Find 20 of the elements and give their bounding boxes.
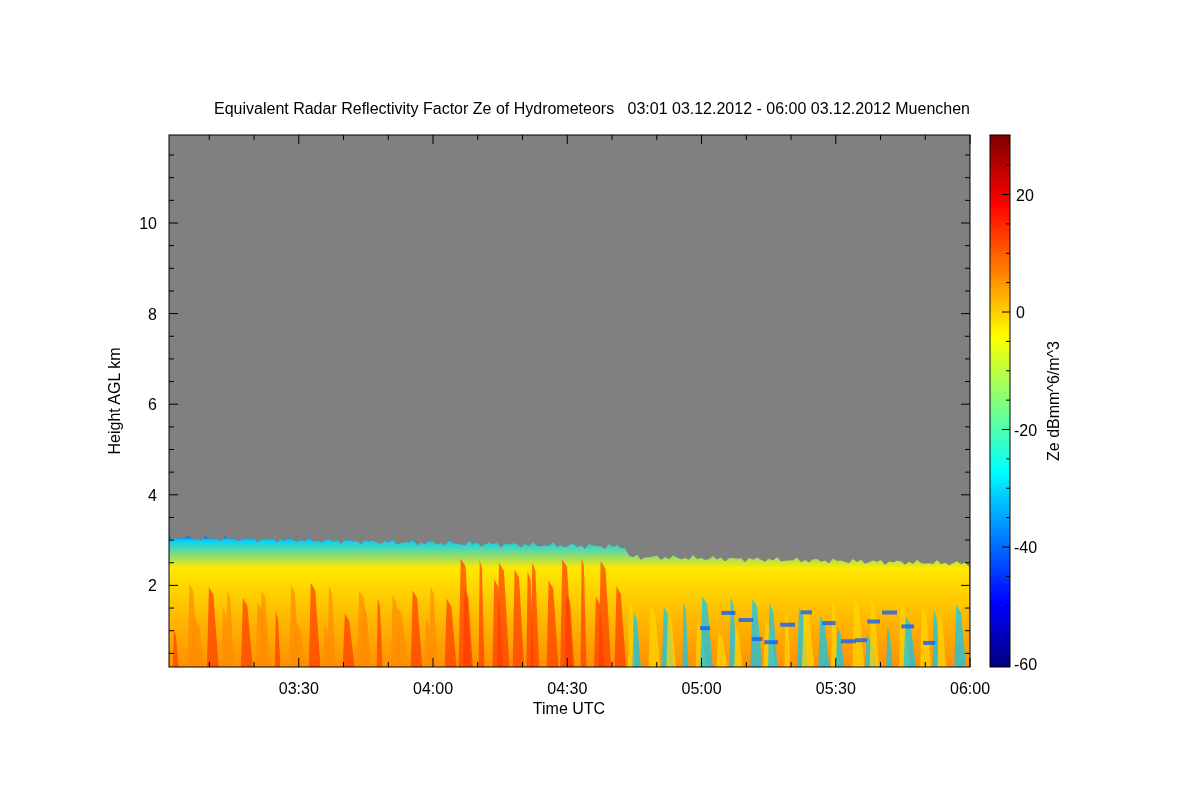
x-tick-label: 05:30 [815, 680, 856, 697]
x-tick-label: 05:00 [681, 680, 722, 697]
x-axis-label: Time UTC [532, 700, 606, 717]
colorbar-tick-label: -40 [1014, 538, 1038, 556]
colorbar-label: Ze dBmm^6/m^3 [1045, 341, 1062, 461]
colorbar-tick-label: -20 [1014, 421, 1038, 439]
y-tick-label: 2 [148, 577, 157, 595]
y-axis-label: Height AGL km [106, 347, 123, 455]
x-tick-label: 03:30 [278, 680, 319, 697]
y-tick-label: 8 [148, 305, 157, 323]
x-tick-label: 04:00 [413, 680, 454, 697]
colorbar-tick-label: 0 [1016, 304, 1025, 322]
chart-title: Equivalent Radar Reflectivity Factor Ze of Hydrometeors 03:01 03.12.2012 - 06:00 03.12.2012 Muenchen [214, 100, 970, 117]
colorbar-tick-label: -60 [1014, 656, 1038, 674]
y-tick-label: 10 [139, 215, 157, 232]
y-tick-label: 6 [148, 396, 157, 414]
x-tick-label: 04:30 [547, 680, 588, 697]
y-tick-label: 4 [148, 486, 157, 504]
colorbar-tick-label: 20 [1016, 187, 1034, 204]
x-tick-label: 06:00 [950, 680, 991, 697]
